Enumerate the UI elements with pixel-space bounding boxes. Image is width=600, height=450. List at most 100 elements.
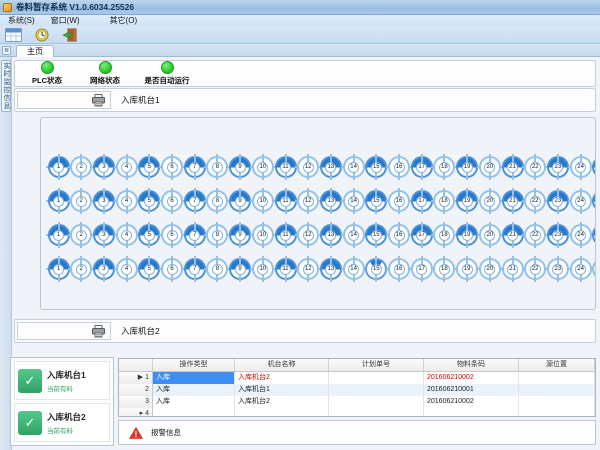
- clock-icon[interactable]: [32, 27, 51, 43]
- material-status: 当前有料: [47, 425, 86, 435]
- table-cell[interactable]: 入库机台2: [235, 396, 329, 408]
- slot-indicator: 2: [70, 224, 92, 246]
- table-row[interactable]: ▶ 1入库入库机台2 201606210002: [119, 372, 595, 384]
- slot-indicator: 16: [388, 156, 410, 178]
- slot-indicator: 14: [343, 224, 365, 246]
- exit-icon[interactable]: [60, 27, 79, 43]
- table-cell[interactable]: [329, 408, 424, 417]
- table-cell[interactable]: [235, 408, 329, 417]
- slot-indicator: 24: [570, 224, 592, 246]
- slot-indicator: 8: [206, 224, 228, 246]
- menu-bar: 系统(S) 窗口(W) 其它(O): [0, 15, 600, 26]
- slot-indicator: 11: [275, 224, 297, 246]
- menu-item-other[interactable]: 其它(O): [102, 15, 146, 26]
- column-header[interactable]: 物料条码: [424, 359, 519, 371]
- table-cell[interactable]: [519, 396, 595, 408]
- slot-indicator: 24: [570, 258, 592, 280]
- slot-indicator: 24: [570, 156, 592, 178]
- slot-indicator: 16: [388, 190, 410, 212]
- material-status: 当前有料: [47, 383, 86, 393]
- slot-indicator: 13: [320, 224, 342, 246]
- menu-item-system[interactable]: 系统(S): [0, 15, 43, 26]
- status-panel: PLC状态 网络状态 是否自动运行: [14, 60, 596, 87]
- slot-indicator: 10: [252, 258, 274, 280]
- machine2-header: 入库机台2: [14, 319, 596, 343]
- calendar-icon[interactable]: [4, 27, 23, 43]
- tab-list-icon[interactable]: ≣: [2, 46, 11, 55]
- title-bar[interactable]: 卷料暂存系统 V1.0.6034.25526: [0, 0, 600, 15]
- slot-indicator: 16: [388, 258, 410, 280]
- app-icon: [3, 3, 12, 12]
- slot-indicator: 15: [365, 224, 387, 246]
- table-cell[interactable]: [329, 396, 424, 408]
- slot-indicator: 25: [592, 258, 596, 280]
- column-header[interactable]: 计划单号: [329, 359, 424, 371]
- slot-indicator: 25: [592, 224, 596, 246]
- slot-indicator: 10: [252, 156, 274, 178]
- slot-indicator: 23: [547, 190, 569, 212]
- column-header[interactable]: 源位置: [519, 359, 595, 371]
- machine1-print-toolbar: [17, 91, 111, 109]
- table-cell[interactable]: [519, 408, 595, 417]
- column-header[interactable]: 机台名称: [235, 359, 329, 371]
- task-table[interactable]: 操作类型机台名称计划单号物料条码源位置 ▶ 1入库入库机台2 20160621000…: [118, 358, 596, 417]
- table-cell[interactable]: 入库: [153, 396, 235, 408]
- side-dock-tab[interactable]: 实时监控信息: [1, 60, 11, 112]
- slot-indicator: 17: [411, 156, 433, 178]
- menu-item-window[interactable]: 窗口(W): [43, 15, 88, 26]
- table-cell[interactable]: 201606210002: [424, 396, 519, 408]
- network-status-indicator: 网络状态: [83, 61, 127, 86]
- slot-indicator: 10: [252, 190, 274, 212]
- tab-home[interactable]: 主页: [16, 45, 54, 57]
- machine1-label: 入库机台1: [121, 94, 160, 106]
- table-cell[interactable]: 入库: [153, 372, 235, 384]
- slot-indicator: 14: [343, 190, 365, 212]
- slot-indicator: 21: [502, 258, 524, 280]
- table-cell[interactable]: 201606210001: [424, 384, 519, 396]
- slot-indicator: 21: [502, 224, 524, 246]
- table-row[interactable]: 3入库入库机台2 201606210002: [119, 396, 595, 408]
- table-cell[interactable]: 入库: [153, 384, 235, 396]
- slot-indicator: 1: [48, 224, 70, 246]
- machine2-label: 入库机台2: [121, 325, 160, 337]
- slot-indicator: 4: [116, 156, 138, 178]
- machine1-status-card: ✓ 入库机台1 当前有料: [14, 361, 110, 400]
- table-cell[interactable]: [329, 384, 424, 396]
- slot-indicator: 17: [411, 258, 433, 280]
- table-cell[interactable]: [329, 372, 424, 384]
- slot-indicator: 19: [456, 258, 478, 280]
- printer-icon[interactable]: [89, 324, 107, 339]
- row-header: ▸ 4: [119, 408, 153, 417]
- table-cell[interactable]: [153, 408, 235, 417]
- table-cell[interactable]: 入库机台2: [235, 372, 329, 384]
- table-cell[interactable]: [519, 384, 595, 396]
- table-cell[interactable]: 201606210002: [424, 372, 519, 384]
- slot-indicator: 21: [502, 156, 524, 178]
- slot-indicator: 11: [275, 258, 297, 280]
- slot-indicator: 25: [592, 190, 596, 212]
- green-light-icon: [161, 61, 174, 74]
- alarm-label: 报警信息: [151, 427, 181, 438]
- slot-indicator: 12: [297, 224, 319, 246]
- slot-indicator: 9: [229, 156, 251, 178]
- table-row[interactable]: 2入库入库机台1201606210001: [119, 384, 595, 396]
- table-cell[interactable]: [424, 408, 519, 417]
- slot-indicator: 3: [93, 224, 115, 246]
- slot-indicator: 12: [297, 258, 319, 280]
- machine2-print-toolbar: [17, 322, 111, 340]
- slot-indicator: 20: [479, 156, 501, 178]
- svg-text:!: !: [135, 430, 138, 439]
- row-header: 3: [119, 396, 153, 408]
- check-icon: ✓: [18, 369, 42, 393]
- slot-indicator: 8: [206, 258, 228, 280]
- slot-indicator: 23: [547, 224, 569, 246]
- printer-icon[interactable]: [89, 93, 107, 108]
- alarm-panel: ! 报警信息: [118, 420, 596, 445]
- table-cell[interactable]: [519, 372, 595, 384]
- table-row[interactable]: ▸ 4: [119, 408, 595, 417]
- column-header[interactable]: 操作类型: [153, 359, 235, 371]
- row-header: ▶ 1: [119, 372, 153, 384]
- slot-indicator: 9: [229, 258, 251, 280]
- slot-indicator: 20: [479, 258, 501, 280]
- table-cell[interactable]: 入库机台1: [235, 384, 329, 396]
